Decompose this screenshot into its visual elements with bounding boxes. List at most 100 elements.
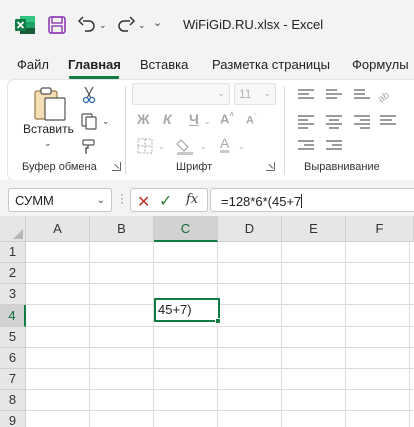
text-cursor: [301, 194, 303, 208]
undo-dropdown-icon[interactable]: ⌄: [99, 20, 107, 31]
orientation-icon[interactable]: ab: [376, 87, 396, 105]
tab-page-layout[interactable]: Разметка страницы: [212, 57, 330, 72]
paste-button-label[interactable]: Вставить: [23, 122, 74, 136]
row-header-3[interactable]: 3: [0, 284, 26, 305]
tab-insert[interactable]: Вставка: [140, 57, 188, 72]
gridline: [26, 283, 414, 284]
formula-input[interactable]: =128*6*(45+7: [210, 188, 414, 212]
font-size-select[interactable]: 11 ⌄: [234, 83, 276, 105]
borders-icon[interactable]: [137, 138, 153, 154]
borders-dropdown-icon[interactable]: ⌄: [158, 142, 165, 151]
column-header-e[interactable]: E: [282, 216, 346, 242]
shrink-font-icon[interactable]: Aˇ: [246, 114, 256, 127]
gridline: [217, 242, 218, 427]
gridline: [281, 242, 282, 427]
redo-dropdown-icon[interactable]: ⌄: [138, 20, 146, 31]
align-right-icon[interactable]: [354, 115, 370, 129]
formula-bar-resize-handle[interactable]: · · ·: [120, 188, 124, 208]
name-box[interactable]: СУММ ⌄: [8, 188, 112, 212]
copy-dropdown-icon[interactable]: ⌄: [102, 116, 110, 127]
wrap-text-icon[interactable]: [380, 115, 396, 129]
row-header-4[interactable]: 4: [0, 305, 26, 327]
ribbon-tabs: Файл Главная Вставка Разметка страницы Ф…: [0, 50, 414, 80]
save-icon[interactable]: [47, 15, 67, 35]
increase-indent-icon[interactable]: [326, 140, 342, 154]
excel-logo-icon: [15, 16, 35, 34]
tab-home[interactable]: Главная: [68, 57, 121, 72]
group-separator: [125, 86, 126, 174]
bold-button[interactable]: Ж: [137, 111, 150, 127]
gridline: [26, 410, 414, 411]
font-family-select[interactable]: ⌄: [132, 83, 230, 105]
copy-icon[interactable]: [80, 112, 98, 130]
tab-file[interactable]: Файл: [17, 57, 49, 72]
underline-dropdown-icon[interactable]: ⌄: [204, 117, 211, 126]
row-header-7[interactable]: 7: [0, 369, 26, 390]
font-launcher-icon[interactable]: [266, 162, 275, 171]
font-color-dropdown-icon[interactable]: ⌄: [238, 142, 245, 151]
select-all-button[interactable]: [0, 216, 26, 242]
paste-dropdown-icon[interactable]: ⌄: [44, 138, 52, 149]
underline-button[interactable]: Ч: [189, 111, 199, 127]
format-painter-icon[interactable]: [80, 138, 98, 156]
row-header-9[interactable]: 9: [0, 411, 26, 427]
tab-formulas[interactable]: Формулы: [352, 57, 409, 72]
gridline: [153, 242, 154, 427]
decrease-indent-icon[interactable]: [298, 140, 314, 154]
gridline: [26, 326, 414, 327]
insert-function-button[interactable]: fx: [186, 192, 198, 207]
fill-handle[interactable]: [215, 318, 221, 324]
gridline: [26, 304, 414, 305]
column-header-d[interactable]: D: [218, 216, 282, 242]
select-all-triangle-icon: [13, 229, 23, 239]
align-top-icon[interactable]: [298, 89, 314, 103]
row-header-6[interactable]: 6: [0, 348, 26, 369]
italic-button[interactable]: К: [163, 111, 172, 127]
worksheet-grid[interactable]: A B C D E F 1 2 3 4 5 6 7 8 9 45+7): [0, 216, 414, 427]
cancel-icon[interactable]: ✕: [137, 192, 150, 212]
active-cell-c4[interactable]: 45+7): [154, 298, 220, 322]
formula-text-wrap: =128*6*(45+7: [221, 194, 303, 209]
undo-icon[interactable]: [77, 15, 97, 35]
fill-color-dropdown-icon[interactable]: ⌄: [200, 142, 207, 151]
title-bar: ⌄ ⌄ ⌄ WiFiGiD.RU.xlsx - Excel: [0, 0, 414, 50]
gridline: [89, 242, 90, 427]
gridline: [26, 262, 414, 263]
alignment-group-label: Выравнивание: [304, 161, 380, 173]
active-cell-text: 45+7): [158, 302, 192, 317]
name-box-value: СУММ: [15, 193, 54, 208]
formula-text: =128*6*(45+7: [221, 194, 302, 209]
font-size-dropdown-icon[interactable]: ⌄: [263, 88, 271, 99]
group-separator: [284, 86, 285, 174]
cut-icon[interactable]: [80, 86, 98, 104]
clipboard-group-label: Буфер обмена: [22, 161, 97, 173]
grow-font-icon[interactable]: A^: [220, 111, 234, 126]
name-box-dropdown-icon[interactable]: ⌄: [97, 195, 105, 206]
gridline: [345, 242, 346, 427]
ribbon-panel: Вставить ⌄ ⌄ Буфер обмена ⌄ 11 ⌄ Ж К Ч ⌄…: [8, 80, 414, 180]
svg-text:ab: ab: [376, 90, 392, 105]
customize-toolbar-icon[interactable]: ⌄: [153, 16, 162, 29]
paste-icon[interactable]: [32, 86, 72, 122]
align-middle-icon[interactable]: [326, 89, 342, 103]
align-bottom-icon[interactable]: [354, 89, 370, 103]
column-header-a[interactable]: A: [26, 216, 90, 242]
redo-icon[interactable]: [116, 15, 136, 35]
row-header-1[interactable]: 1: [0, 242, 26, 263]
clipboard-launcher-icon[interactable]: [112, 162, 121, 171]
font-group-label: Шрифт: [176, 161, 213, 173]
row-header-8[interactable]: 8: [0, 390, 26, 411]
column-header-b[interactable]: B: [90, 216, 154, 242]
enter-icon[interactable]: ✓: [159, 191, 172, 211]
row-header-5[interactable]: 5: [0, 327, 26, 348]
align-left-icon[interactable]: [298, 115, 314, 129]
font-color-button[interactable]: A: [220, 135, 229, 151]
formula-bar: СУММ ⌄ · · · ✕ ✓ fx =128*6*(45+7: [0, 180, 414, 216]
align-center-icon[interactable]: [326, 115, 342, 129]
font-family-dropdown-icon[interactable]: ⌄: [217, 88, 225, 99]
column-header-c[interactable]: C: [154, 216, 218, 242]
row-header-2[interactable]: 2: [0, 263, 26, 284]
fill-color-icon[interactable]: [176, 137, 196, 155]
column-header-f[interactable]: F: [346, 216, 414, 242]
gridline: [26, 368, 414, 369]
